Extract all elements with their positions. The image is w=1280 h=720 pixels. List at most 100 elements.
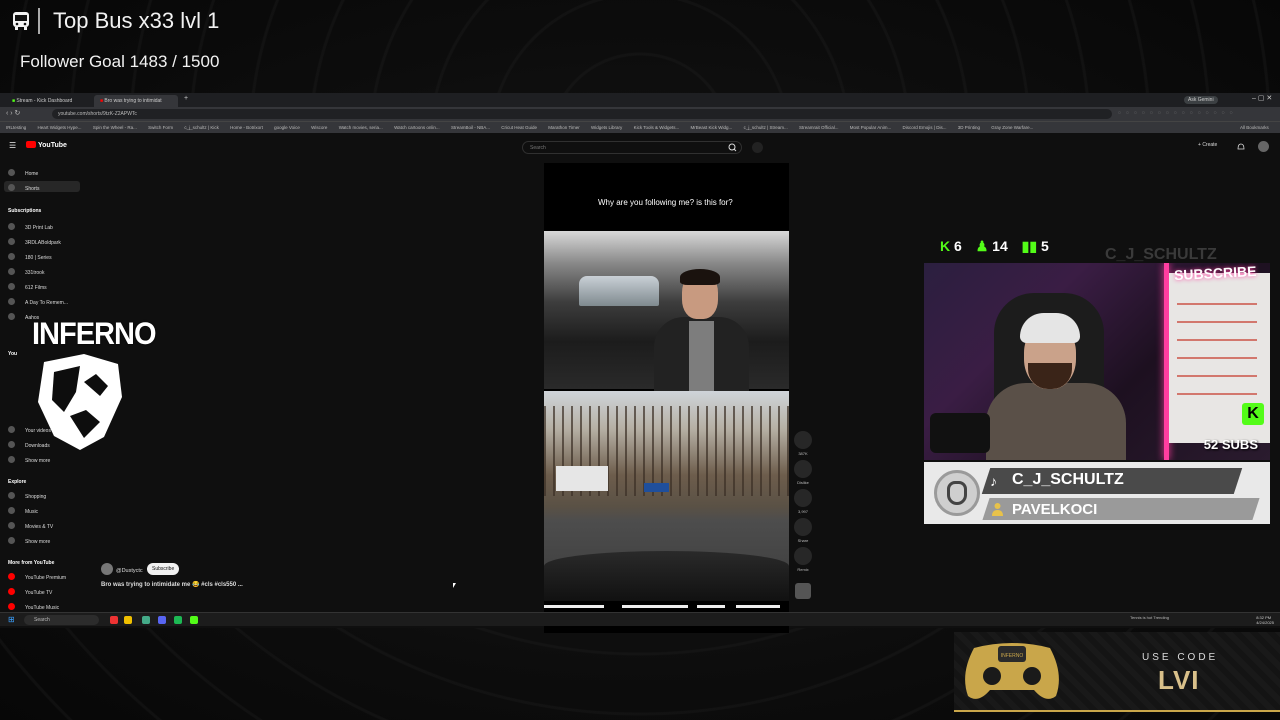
bookmark-item[interactable]: Widgets Library [591,125,622,130]
bookmark-item[interactable]: Kick Tools & Widgets... [634,125,680,130]
you-heading[interactable]: You [8,351,17,357]
windows-start-icon[interactable]: ⊞ [8,615,15,624]
bookmark-item[interactable]: google Voice [274,125,300,130]
bookmark-item[interactable]: 3D Printing [958,125,980,130]
bookmark-item[interactable]: Wiscore [311,125,327,130]
streamer-hoodie [986,383,1126,460]
bookmark-item[interactable]: Discord Emojis | Dis... [903,125,947,130]
sidebar-item-youtube-tv[interactable]: YouTube TV [8,588,52,596]
sidebar-item-subscription[interactable]: 612 Films [8,283,47,291]
like-button[interactable]: 387K [794,431,812,456]
bookmark-item[interactable]: Home - Botrixort [230,125,263,130]
sidebar-item-subscription[interactable]: 3D Print Lab [8,223,53,231]
stream-top-overlay: Top Bus x33 lvl 1 Follower Goal 1483 / 1… [0,0,300,90]
subscriptions-heading[interactable]: Subscriptions [8,208,41,214]
driver-figure [654,269,749,392]
weather-widget[interactable]: Tennis is hot Trending [1130,615,1169,620]
discord-icon[interactable] [158,616,166,624]
sidebar-item-youtube-music[interactable]: YouTube Music [8,603,59,611]
kick-stat: K 6 [940,238,962,254]
spotify-icon[interactable] [174,616,182,624]
sidebar-item-subscription[interactable]: 180 | Series [8,253,52,261]
bookmark-item[interactable]: Spin the Wheel - Ra... [93,125,137,130]
youtube-header: ☰ YouTube Search + Create [0,133,1280,157]
video-progress-bar[interactable] [544,605,789,608]
promo-code: LVI [1158,665,1200,695]
like-count: 387K [798,451,808,456]
bookmark-item[interactable]: Streamrait Official... [799,125,838,130]
stream-canvas: Top Bus x33 lvl 1 Follower Goal 1483 / 1… [0,0,1280,720]
sidebar-item-home[interactable]: Home [8,169,38,177]
tab-bar: ■ Stream - Kick Dashboard ■ Bro was tryi… [0,93,1280,107]
bookmarks-bar: IRLtesting Heart Widgets Hype... Spin th… [0,121,1280,133]
dislike-button[interactable]: Dislike [794,460,812,485]
car-interior-video [544,231,789,392]
url-field[interactable]: youtube.com/shorts/9tzK-Z2APWTc [52,109,1112,119]
kick-icon[interactable] [190,616,198,624]
building [556,466,608,491]
window-controls-icon[interactable]: – ▢ ✕ [1252,94,1272,102]
bookmark-item[interactable]: Heart Widgets Hype... [38,125,82,130]
sidebar-item-music[interactable]: Music [8,507,38,515]
latest-follower: PAVELKOCI [1012,501,1098,518]
sidebar-item-subscription[interactable]: 331trook [8,268,44,276]
bookmark-item[interactable]: IRLtesting [6,125,26,130]
audio-thumbnail[interactable] [795,583,811,599]
streamer-beanie [1020,313,1080,343]
webcam-feed: SUBSCRIBE K 52 SUBS [924,263,1270,460]
bookmark-item[interactable]: Cricut Heat Guide [501,125,537,130]
sidebar-item-shorts[interactable]: Shorts [8,184,39,192]
mouse-cursor [453,583,456,588]
search-input[interactable]: Search [522,141,742,154]
bookmark-item[interactable]: Most Popular Anim... [850,125,892,130]
youtube-logo[interactable]: YouTube [26,141,67,149]
sidebar-item-show-more[interactable]: Show more [8,456,50,464]
extension-icons[interactable]: ◌◌◌◌◌◌◌◌◌◌◌◌◌◌◌ [1118,110,1238,116]
sidebar-item-premium[interactable]: YouTube Premium [8,573,66,581]
folder-icon[interactable] [124,616,132,624]
tab-youtube-short[interactable]: ■ Bro was trying to intimidat [94,95,178,107]
controller-icon: INFERNO [965,643,1059,699]
system-clock[interactable]: 8:32 PM 4/24/2025 [1256,615,1274,625]
tab-kick-dashboard[interactable]: ■ Stream - Kick Dashboard [6,95,92,107]
new-tab-icon[interactable]: + [184,95,188,102]
bookmark-item[interactable]: c_j_schultz | Kick [184,125,218,130]
search-icon[interactable] [724,141,742,154]
bookmark-item[interactable]: MrBeast Kick Widg... [691,125,733,130]
remix-button[interactable]: Remix [794,547,812,572]
sidebar-item-show-more[interactable]: Show more [8,537,50,545]
comments-button[interactable]: 3,997 [794,489,812,514]
bookmark-item[interactable]: c_j_schultz | Stream... [744,125,788,130]
channel-handle[interactable]: @Dustyctc [101,563,143,575]
use-code-label: USE CODE [1142,652,1219,663]
create-button[interactable]: + Create [1198,142,1217,148]
sidebar-item-shopping[interactable]: Shopping [8,492,46,500]
menu-icon[interactable]: ☰ [9,141,16,150]
bell-icon[interactable] [1236,142,1246,152]
taskbar-search[interactable]: Search [24,615,99,625]
explore-heading: Explore [8,479,27,485]
sidebar-item-movies[interactable]: Movies & TV [8,522,53,530]
subscribe-button[interactable]: Subscribe [147,563,180,575]
mic-icon[interactable] [752,142,763,153]
chrome-icon[interactable] [142,616,150,624]
trash-bins [644,483,669,492]
channel-watermark: C_J_SCHULTZ [1105,246,1217,263]
microphone [930,413,990,453]
bookmark-item[interactable]: StreamBoil - NBA... [451,125,490,130]
all-bookmarks-link[interactable]: All Bookmarks [1240,125,1269,130]
share-button[interactable]: Share [794,518,812,543]
ask-gemini-button[interactable]: Ask Gemini [1184,96,1218,104]
bookmark-item[interactable]: Watch cartoons onlin... [394,125,440,130]
bookmark-item[interactable]: Watch movies, seria... [339,125,383,130]
sidebar-item-subscription[interactable]: A Day To Remem... [8,298,68,306]
bookmark-item[interactable]: Gray Zone Warfare... [991,125,1033,130]
short-video-player[interactable]: Why are you following me? is this for? [544,163,789,633]
sidebar-item-subscription[interactable]: 3RDLABoldpark [8,238,61,246]
app-icon[interactable] [110,616,118,624]
nav-arrows-icon[interactable]: ‹ › ↻ [6,109,20,117]
user-icon [992,503,1003,516]
bookmark-item[interactable]: Marathon Timer [548,125,580,130]
account-avatar[interactable] [1258,141,1269,152]
bookmark-item[interactable]: Switch Form [148,125,173,130]
